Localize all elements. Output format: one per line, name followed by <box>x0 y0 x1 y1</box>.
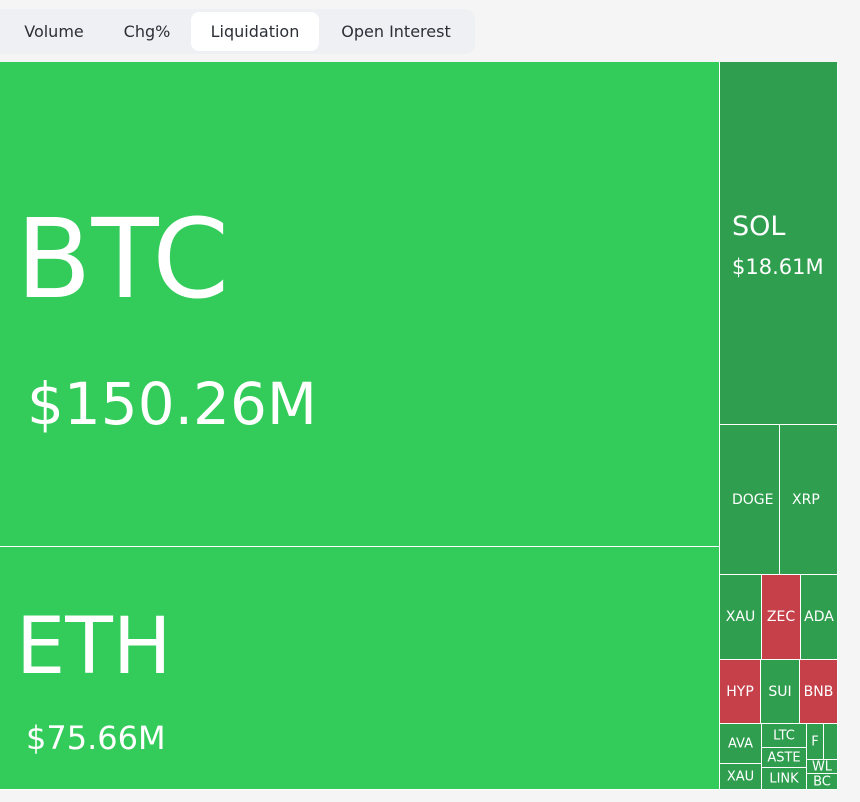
cell-symbol: ZEC <box>766 609 796 625</box>
cell-symbol: XAU <box>726 769 755 784</box>
treemap-cell-xau-2[interactable]: XAU <box>720 764 762 790</box>
cell-value: $18.61M <box>732 255 824 279</box>
cell-symbol: BTC <box>16 195 230 323</box>
cell-symbol: AVA <box>727 736 754 751</box>
cell-value: $75.66M <box>26 719 166 757</box>
tab-open-interest[interactable]: Open Interest <box>320 12 472 51</box>
cell-symbol: ADA <box>804 609 834 625</box>
tab-volume[interactable]: Volume <box>4 12 104 51</box>
cell-symbol: ASTE <box>767 750 801 765</box>
cell-symbol: XRP <box>792 491 820 508</box>
metric-tab-bar: Volume Chg% Liquidation Open Interest <box>0 9 475 54</box>
treemap-cell-f[interactable]: F <box>807 724 824 760</box>
cell-symbol: BNB <box>803 683 834 700</box>
cell-symbol: F <box>811 734 819 749</box>
treemap-cell-aster[interactable]: ASTE <box>762 748 807 768</box>
tab-liquidation[interactable]: Liquidation <box>191 12 319 51</box>
cell-symbol: DOGE <box>732 491 774 508</box>
treemap-cell-ltc[interactable]: LTC <box>762 724 807 748</box>
treemap-cell-unlabeled[interactable] <box>824 724 838 760</box>
treemap-cell-sui[interactable]: SUI <box>761 660 800 724</box>
cell-symbol: WL <box>811 760 833 774</box>
treemap-cell-xrp[interactable]: XRP <box>780 425 838 575</box>
cell-symbol: LTC <box>773 728 795 743</box>
treemap-cell-bnb[interactable]: BNB <box>800 660 838 724</box>
treemap-cell-xau[interactable]: XAU <box>720 575 762 660</box>
treemap-cell-sol[interactable]: SOL $18.61M <box>720 62 838 425</box>
tab-chg-percent[interactable]: Chg% <box>104 12 190 51</box>
cell-symbol: ETH <box>16 602 172 692</box>
cell-symbol: SUI <box>768 683 792 700</box>
cell-symbol: XAU <box>725 609 756 625</box>
cell-symbol: HYP <box>726 683 754 700</box>
treemap-cell-zec[interactable]: ZEC <box>762 575 801 660</box>
treemap-cell-ada[interactable]: ADA <box>801 575 838 660</box>
treemap-cell-link[interactable]: LINK <box>762 768 807 790</box>
treemap-cell-wl[interactable]: WL <box>807 760 838 774</box>
cell-symbol: SOL <box>732 211 786 242</box>
treemap-cell-btc[interactable]: BTC $150.26M <box>0 62 720 547</box>
treemap-cell-bc[interactable]: BC <box>807 774 838 790</box>
treemap-cell-avax[interactable]: AVA <box>720 724 762 764</box>
liquidation-treemap: BTC $150.26M ETH $75.66M SOL $18.61M DOG… <box>0 62 838 790</box>
cell-symbol: LINK <box>769 771 799 786</box>
cell-symbol: BC <box>813 774 831 789</box>
treemap-cell-eth[interactable]: ETH $75.66M <box>0 547 720 790</box>
cell-value: $150.26M <box>27 370 317 438</box>
treemap-cell-hype[interactable]: HYP <box>720 660 761 724</box>
treemap-cell-doge[interactable]: DOGE <box>720 425 780 575</box>
